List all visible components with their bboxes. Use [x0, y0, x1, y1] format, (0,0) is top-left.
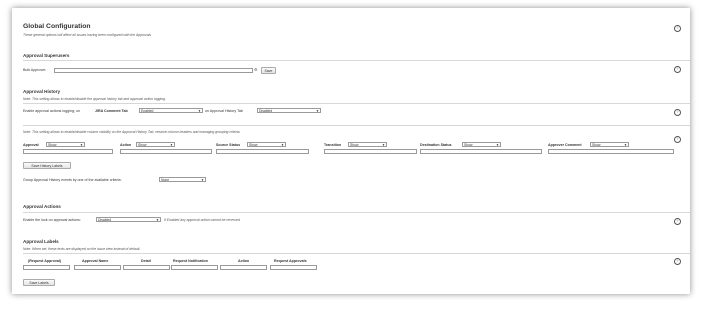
save-button[interactable]: Save [261, 67, 276, 74]
column-label-destination-status: Destination Status [420, 143, 452, 147]
bulk-approver-input[interactable] [54, 68, 253, 73]
labels-note: Note: When set, these texts are displaye… [23, 247, 141, 251]
label-column-approval-name: Approval Name [82, 259, 109, 263]
chevron-down-icon: ▼ [624, 143, 627, 147]
label-input[interactable] [23, 265, 70, 270]
column-visibility-select[interactable]: Show ▼ [590, 142, 629, 147]
chevron-down-icon: ▼ [170, 143, 173, 147]
label-column-action: Action [238, 259, 250, 263]
help-icon[interactable]: ? [674, 136, 681, 143]
label-input[interactable] [123, 265, 170, 270]
chevron-down-icon: ▼ [80, 143, 83, 147]
chevron-down-icon: ▼ [281, 143, 284, 147]
label-input[interactable] [220, 265, 267, 270]
group-criteria-select[interactable]: None ▼ [159, 177, 206, 182]
lock-actions-label: Enable the lock on approval actions: [23, 218, 81, 222]
divider [23, 103, 690, 104]
label-input[interactable] [171, 265, 218, 270]
help-icon[interactable]: ? [674, 66, 681, 73]
help-icon[interactable]: ? [674, 25, 681, 32]
label-input[interactable] [270, 265, 317, 270]
column-visibility-select[interactable]: Show ▼ [46, 142, 85, 147]
column-header-input[interactable] [420, 149, 542, 154]
divider [23, 253, 690, 254]
column-visibility-select[interactable]: Show ▼ [247, 142, 286, 147]
chevron-down-icon: ▼ [198, 109, 201, 113]
gear-icon[interactable]: ⚙ [254, 67, 258, 72]
history-tab-select[interactable]: Disabled ▼ [257, 108, 321, 113]
chevron-down-icon: ▼ [496, 143, 499, 147]
column-header-input[interactable] [120, 149, 212, 154]
column-label-action: Action [120, 143, 132, 147]
label-column-detail: Detail [141, 259, 151, 263]
chevron-down-icon: ▼ [382, 143, 385, 147]
bulk-approver-label: Bulk Approver: [23, 68, 47, 72]
superusers-heading: Approval Superusers [23, 53, 70, 58]
label-column-request-approval: (Request Approval) [28, 259, 62, 263]
column-visibility-select[interactable]: Show ▼ [462, 142, 501, 147]
page-title: Global Configuration [23, 23, 91, 30]
divider [23, 125, 690, 126]
column-header-input[interactable] [324, 149, 417, 154]
column-header-input[interactable] [216, 149, 309, 154]
page-subtitle: These general options will affect all is… [23, 33, 152, 37]
actions-heading: Approval Actions [23, 204, 61, 209]
label-column-request-approvals: Request Approvals [274, 259, 307, 263]
group-criteria-label: Group Approval History events by one of … [23, 178, 122, 182]
chevron-down-icon: ▼ [201, 178, 204, 182]
jira-tab-label: JIRA Comment Tab [95, 109, 128, 113]
column-visibility-select[interactable]: Show ▼ [348, 142, 387, 147]
label-column-request-notification: Request Notification [173, 259, 208, 263]
save-labels-button[interactable]: Save Labels [23, 279, 55, 286]
column-label-transition: Transition [324, 143, 342, 147]
labels-heading: Approval Labels [23, 239, 59, 244]
history-note: Note: This setting allows to enable/disa… [23, 97, 166, 101]
column-label-approver-comment: Approver Comment [548, 143, 582, 147]
divider [23, 60, 690, 61]
column-header-input[interactable] [23, 149, 113, 154]
global-configuration-panel: Global Configuration These general optio… [12, 8, 690, 294]
divider [23, 212, 690, 213]
enable-logging-label: Enable approval actions logging; on [23, 109, 80, 113]
chevron-down-icon: ▼ [156, 218, 159, 222]
chevron-down-icon: ▼ [316, 109, 319, 113]
column-visibility-select[interactable]: Show ▼ [136, 142, 175, 147]
column-label-approval: Approval [23, 143, 39, 147]
lock-actions-select[interactable]: Disabled ▼ [96, 217, 161, 222]
history-heading: Approval History [23, 89, 61, 94]
save-history-labels-button[interactable]: Save History Labels [23, 162, 71, 169]
column-label-source-status: Source Status [216, 143, 241, 147]
lock-actions-note: If Enabled any approval action cannot be… [164, 218, 241, 222]
label-input[interactable] [74, 265, 121, 270]
column-header-input[interactable] [548, 149, 674, 154]
history-tab-label: on Approval History Tab [205, 109, 243, 113]
help-icon[interactable]: ? [674, 258, 681, 265]
help-icon[interactable]: ? [674, 109, 681, 116]
help-icon[interactable]: ? [674, 218, 681, 225]
jira-tab-select[interactable]: Enabled ▼ [139, 108, 203, 113]
columns-note: Note: This setting allows to enable/disa… [23, 130, 241, 134]
